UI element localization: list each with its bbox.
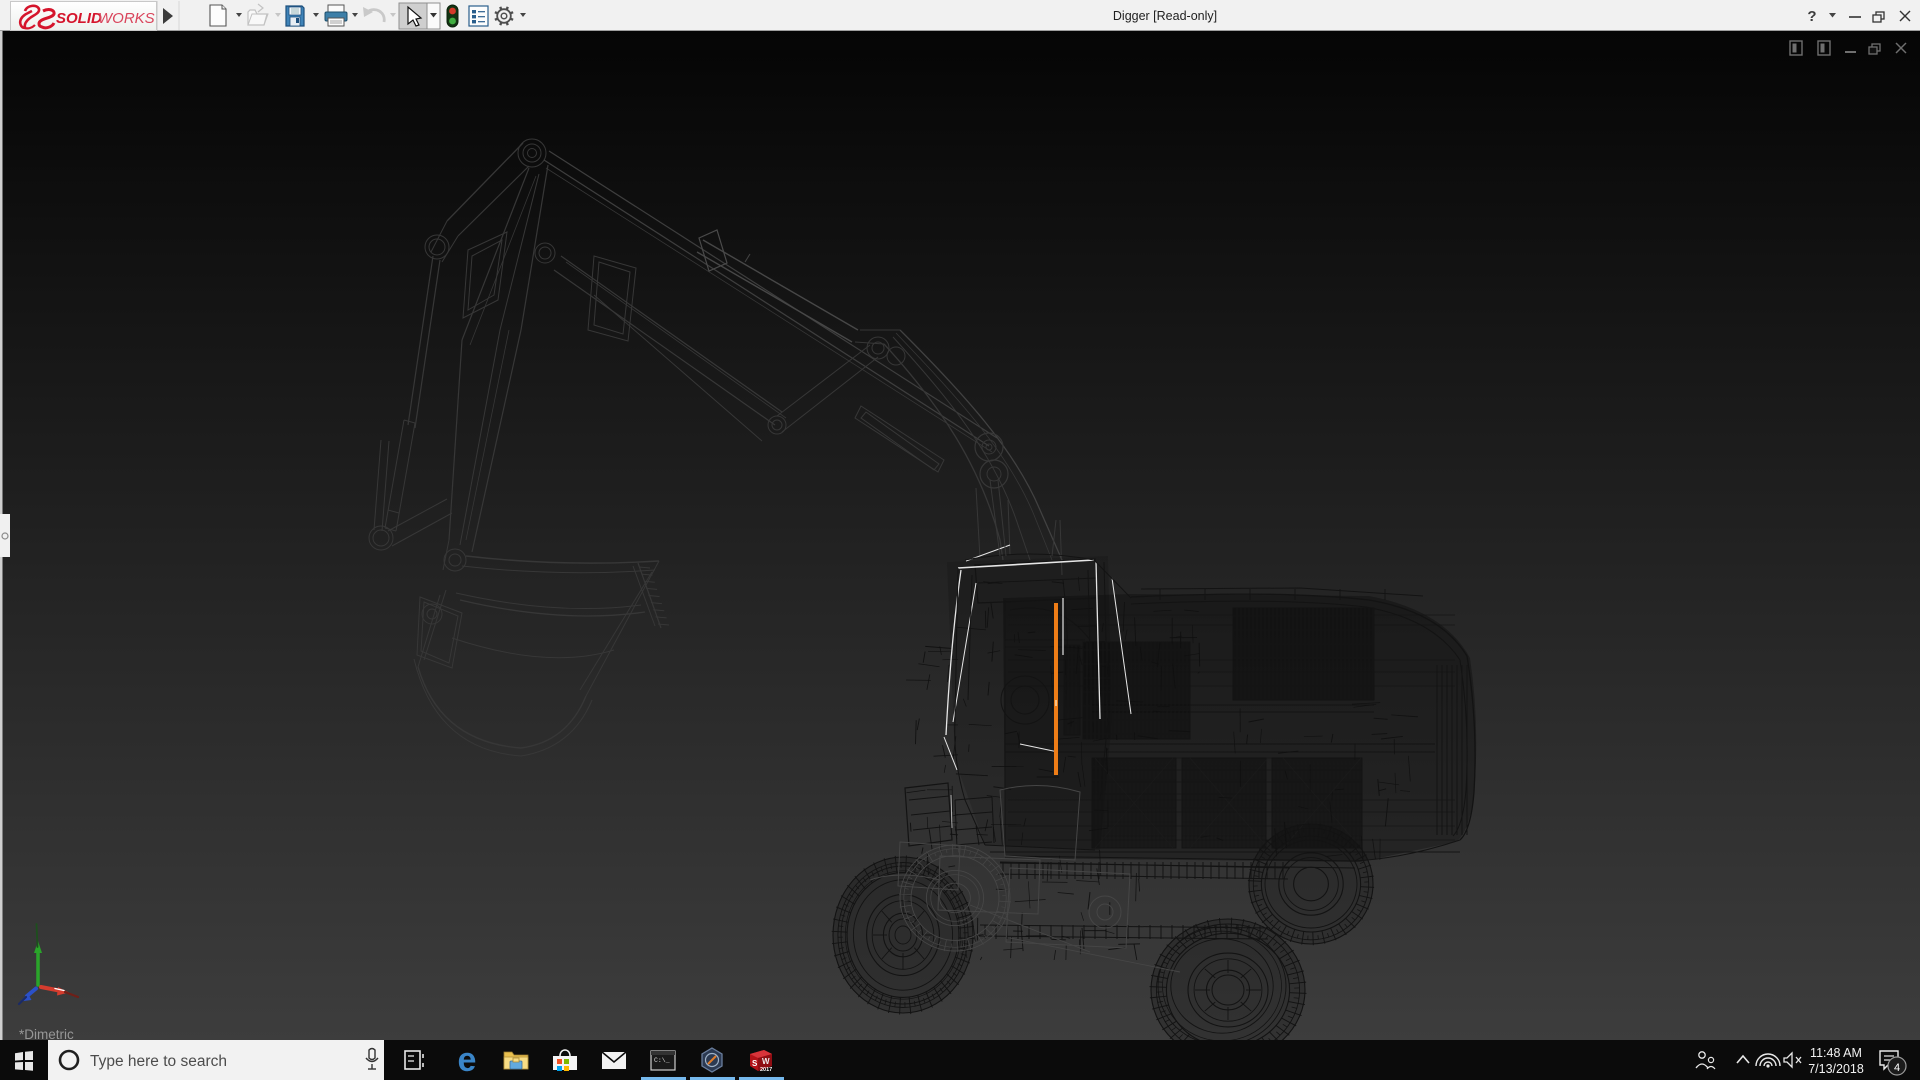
svg-text:4: 4: [1894, 1062, 1900, 1074]
svg-text:Type here to search: Type here to search: [90, 1053, 227, 1070]
svg-text:C:\_: C:\_: [654, 1057, 670, 1064]
svg-text:7/13/2018: 7/13/2018: [1808, 1062, 1864, 1076]
svg-text:?: ?: [1807, 8, 1816, 25]
svg-text:S: S: [752, 1059, 758, 1068]
svg-text:Digger [Read-only]: Digger [Read-only]: [1113, 9, 1217, 23]
svg-text:e: e: [458, 1041, 477, 1079]
svg-text:11:48 AM: 11:48 AM: [1810, 1046, 1862, 1060]
svg-text:W: W: [762, 1057, 770, 1066]
svg-text:2017: 2017: [760, 1067, 772, 1073]
